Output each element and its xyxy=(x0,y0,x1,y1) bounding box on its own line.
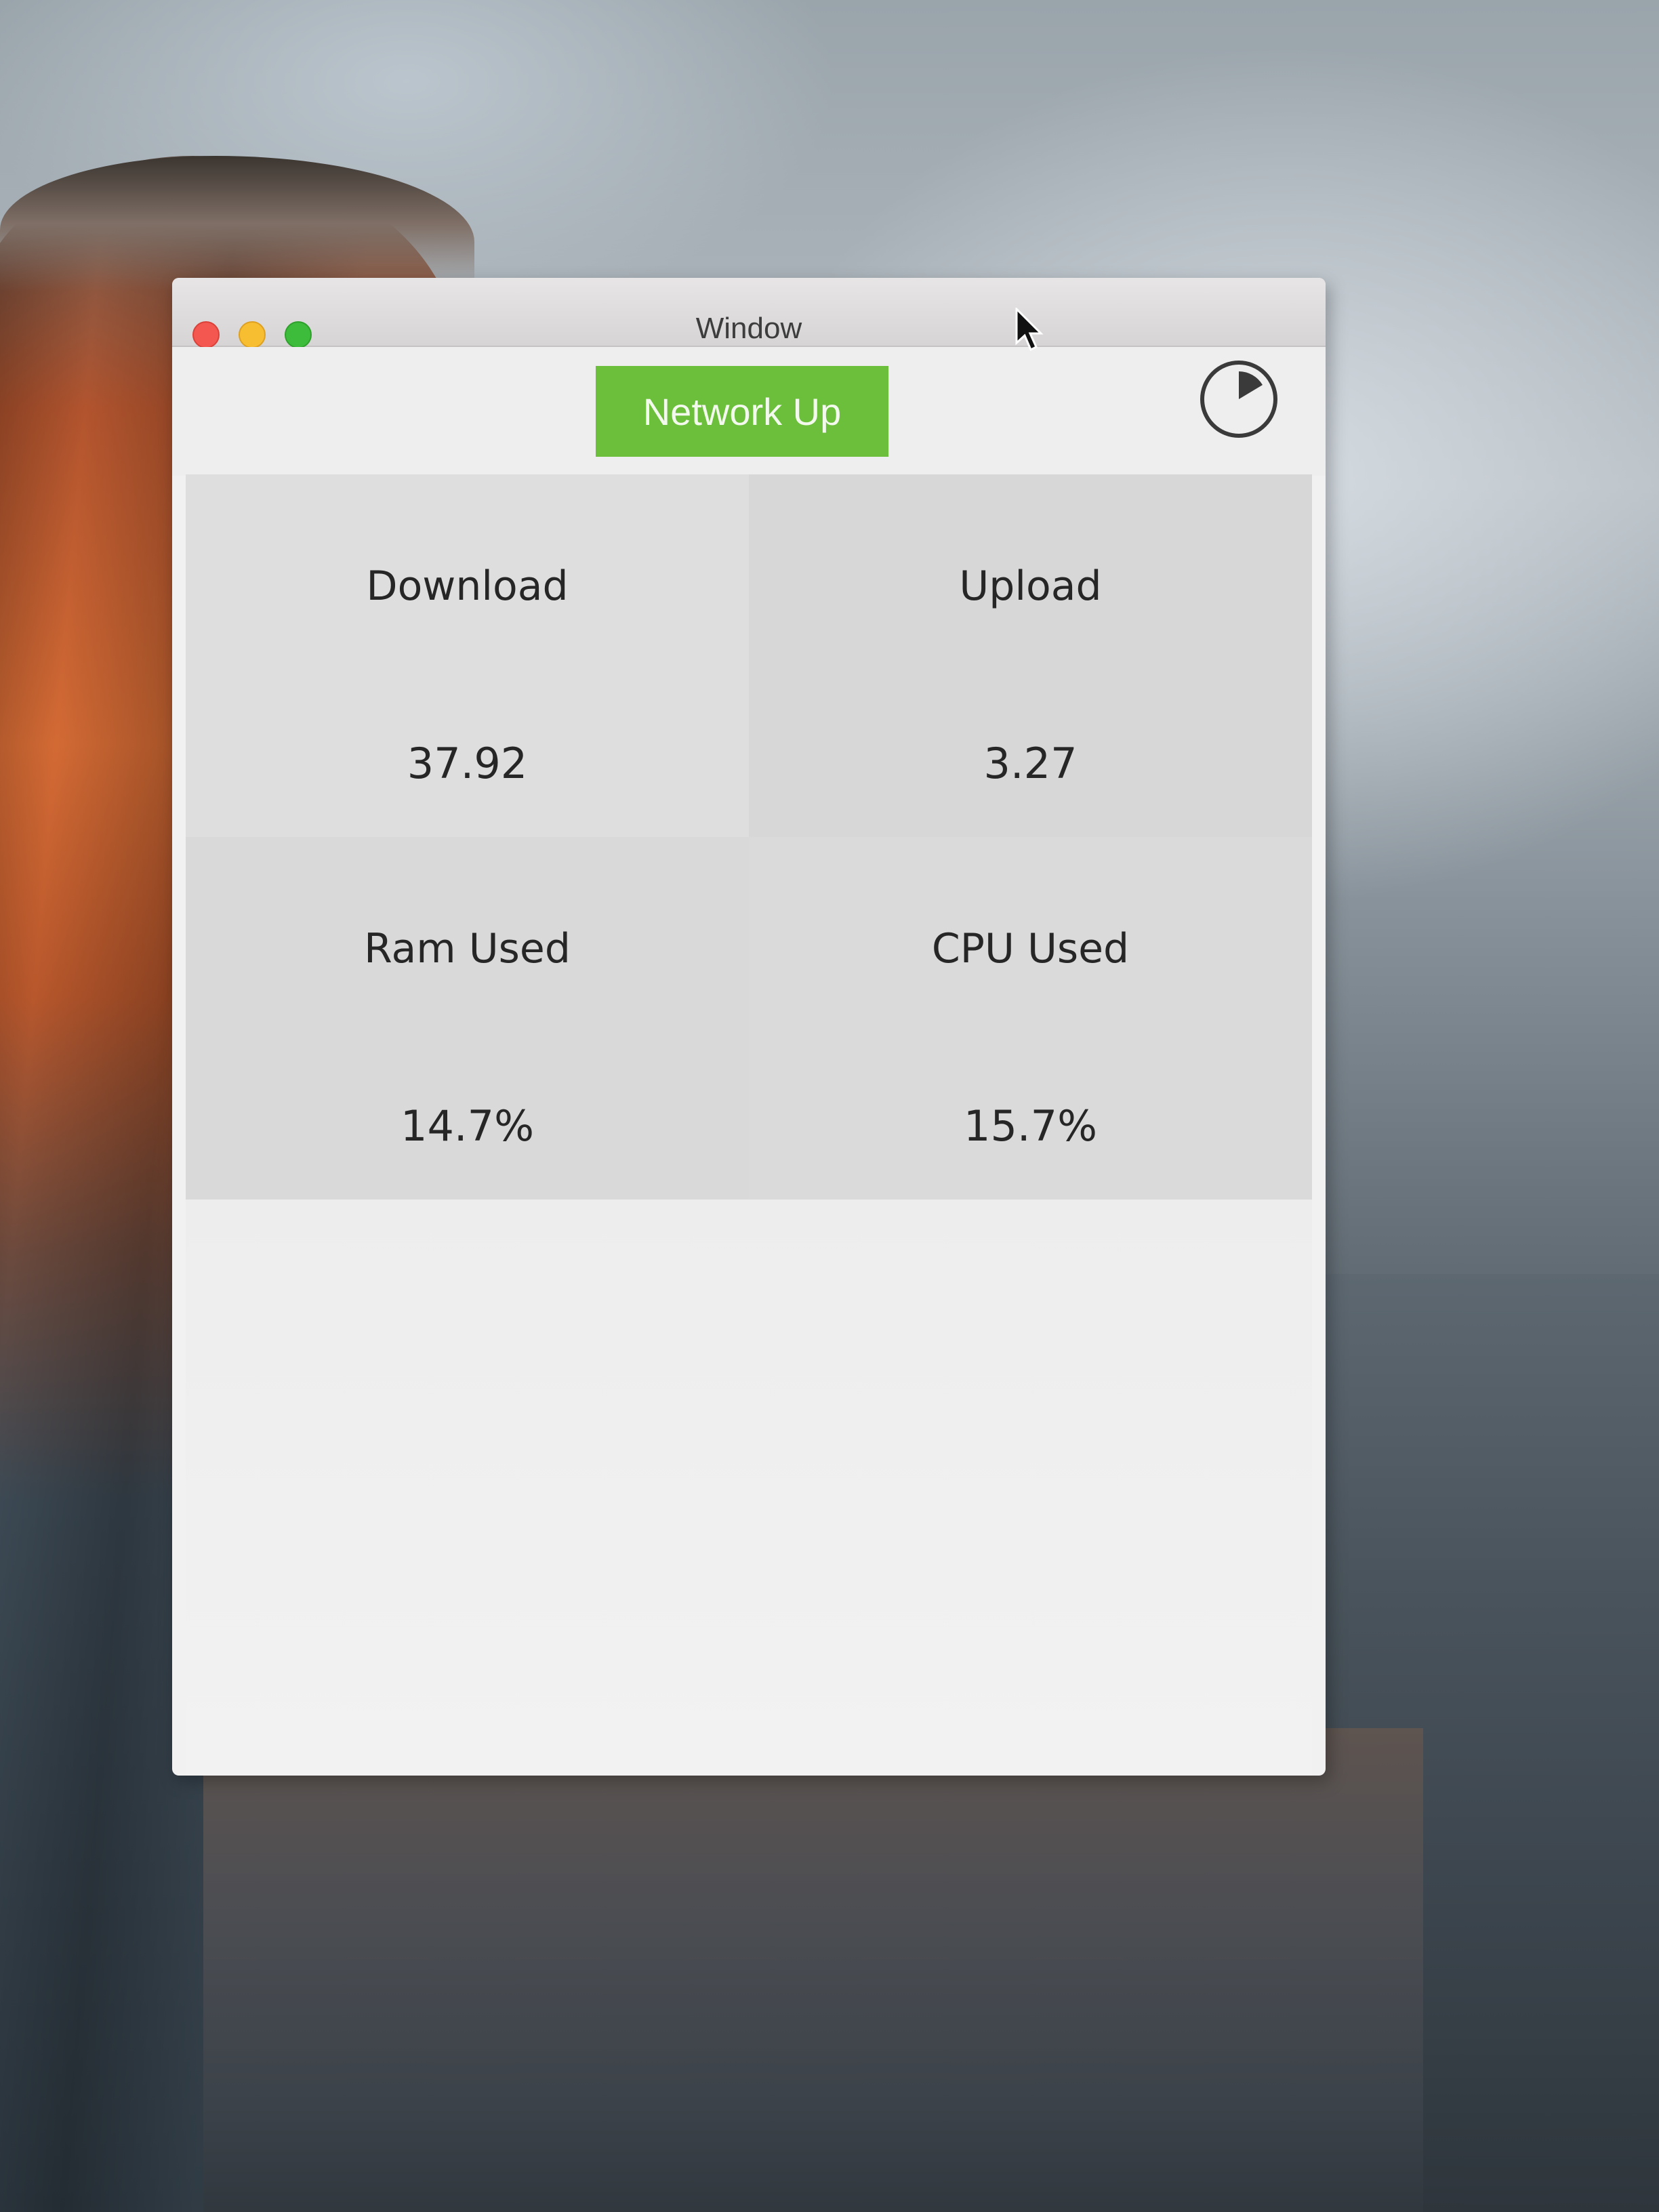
upload-label: Upload xyxy=(959,562,1102,610)
download-value: 37.92 xyxy=(407,739,528,788)
ram-label: Ram Used xyxy=(364,925,571,972)
app-window: Window Network Up Download 37.92 Upload … xyxy=(172,278,1326,1776)
wallpaper-rock xyxy=(203,1728,1423,2212)
mouse-pointer-icon xyxy=(1015,308,1044,352)
window-title: Window xyxy=(695,312,802,345)
wallpaper-cliff-top xyxy=(0,156,474,291)
empty-content-area xyxy=(186,1200,1312,1776)
cpu-label: CPU Used xyxy=(931,925,1130,972)
title-bar[interactable]: Window xyxy=(172,278,1326,348)
upload-value: 3.27 xyxy=(983,739,1078,788)
timer-icon[interactable] xyxy=(1199,359,1279,439)
ram-stat: Ram Used 14.7% xyxy=(186,837,749,1200)
ram-value: 14.7% xyxy=(401,1101,534,1151)
cpu-stat: CPU Used 15.7% xyxy=(749,837,1312,1200)
stats-grid: Download 37.92 Upload 3.27 Ram Used 14.7… xyxy=(186,474,1312,1200)
network-status-button[interactable]: Network Up xyxy=(596,366,888,457)
download-label: Download xyxy=(366,562,569,610)
download-stat: Download 37.92 xyxy=(186,474,749,837)
cpu-value: 15.7% xyxy=(964,1101,1097,1151)
upload-stat: Upload 3.27 xyxy=(749,474,1312,837)
